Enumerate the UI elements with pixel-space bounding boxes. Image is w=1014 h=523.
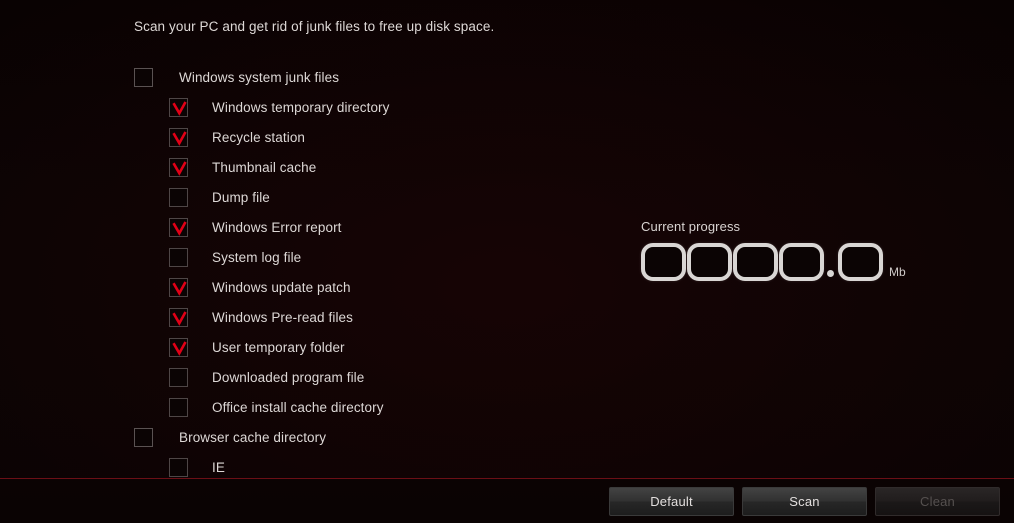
clean-button: Clean [875,487,1000,516]
checkbox-unchecked[interactable] [169,247,188,267]
footer-button-group: Default Scan Clean [609,487,1000,516]
progress-digit [641,243,686,281]
checkmark-icon [172,220,187,236]
junk-item-row[interactable]: Office install cache directory [134,392,604,422]
junk-item-label: Windows system junk files [179,69,340,85]
progress-digit [733,243,778,281]
junk-item-row[interactable]: Windows temporary directory [134,92,604,122]
checkbox-checked[interactable] [169,127,188,147]
progress-digit [687,243,732,281]
junk-category-list: Windows system junk files Windows tempora… [134,62,604,482]
junk-item-label: Office install cache directory [212,399,384,415]
junk-cleaner-screen: Scan your PC and get rid of junk files t… [0,0,1014,523]
junk-item-row[interactable]: Dump file [134,182,604,212]
junk-item-row[interactable]: Windows update patch [134,272,604,302]
progress-digit [838,243,883,281]
checkbox-checked[interactable] [169,277,188,297]
checkbox-unchecked[interactable] [134,67,153,87]
junk-item-label: User temporary folder [212,339,345,355]
junk-item-row[interactable]: Windows Error report [134,212,604,242]
checkmark-icon [172,100,187,116]
junk-item-label: Browser cache directory [179,429,327,445]
progress-digit-readout: Mb [641,243,906,281]
progress-unit-label: Mb [889,265,906,279]
junk-item-row[interactable]: Thumbnail cache [134,152,604,182]
checkbox-unchecked[interactable] [169,187,188,207]
checkmark-icon [172,340,187,356]
junk-item-row[interactable]: User temporary folder [134,332,604,362]
footer-bar: Default Scan Clean [0,478,1014,523]
checkbox-unchecked[interactable] [169,397,188,417]
junk-item-row[interactable]: Windows Pre-read files [134,302,604,332]
progress-digit [779,243,824,281]
checkbox-checked[interactable] [169,157,188,177]
checkbox-checked[interactable] [169,97,188,117]
junk-item-label: Windows temporary directory [212,99,390,115]
junk-item-label: Dump file [212,189,270,205]
junk-item-label: Windows update patch [212,279,351,295]
junk-item-label: IE [212,459,225,475]
junk-item-row[interactable]: System log file [134,242,604,272]
page-description: Scan your PC and get rid of junk files t… [134,19,495,34]
junk-item-label: Downloaded program file [212,369,365,385]
junk-item-row[interactable]: Recycle station [134,122,604,152]
checkbox-checked[interactable] [169,217,188,237]
checkbox-unchecked[interactable] [169,367,188,387]
checkmark-icon [172,160,187,176]
checkmark-icon [172,310,187,326]
junk-item-label: Windows Error report [212,219,342,235]
checkbox-checked[interactable] [169,307,188,327]
scan-button[interactable]: Scan [742,487,867,516]
checkmark-icon [172,280,187,296]
junk-item-row[interactable]: Windows system junk files [134,62,604,92]
decimal-point [827,270,834,277]
junk-item-label: Thumbnail cache [212,159,317,175]
junk-item-row[interactable]: Browser cache directory [134,422,604,452]
checkmark-icon [172,130,187,146]
checkbox-unchecked[interactable] [134,427,153,447]
default-button[interactable]: Default [609,487,734,516]
checkbox-unchecked[interactable] [169,457,188,477]
current-progress-label: Current progress [641,219,741,234]
junk-item-label: System log file [212,249,302,265]
checkbox-checked[interactable] [169,337,188,357]
junk-item-row[interactable]: Downloaded program file [134,362,604,392]
current-progress-panel: Current progress Mb [641,219,906,281]
junk-item-label: Recycle station [212,129,306,145]
junk-item-label: Windows Pre-read files [212,309,353,325]
